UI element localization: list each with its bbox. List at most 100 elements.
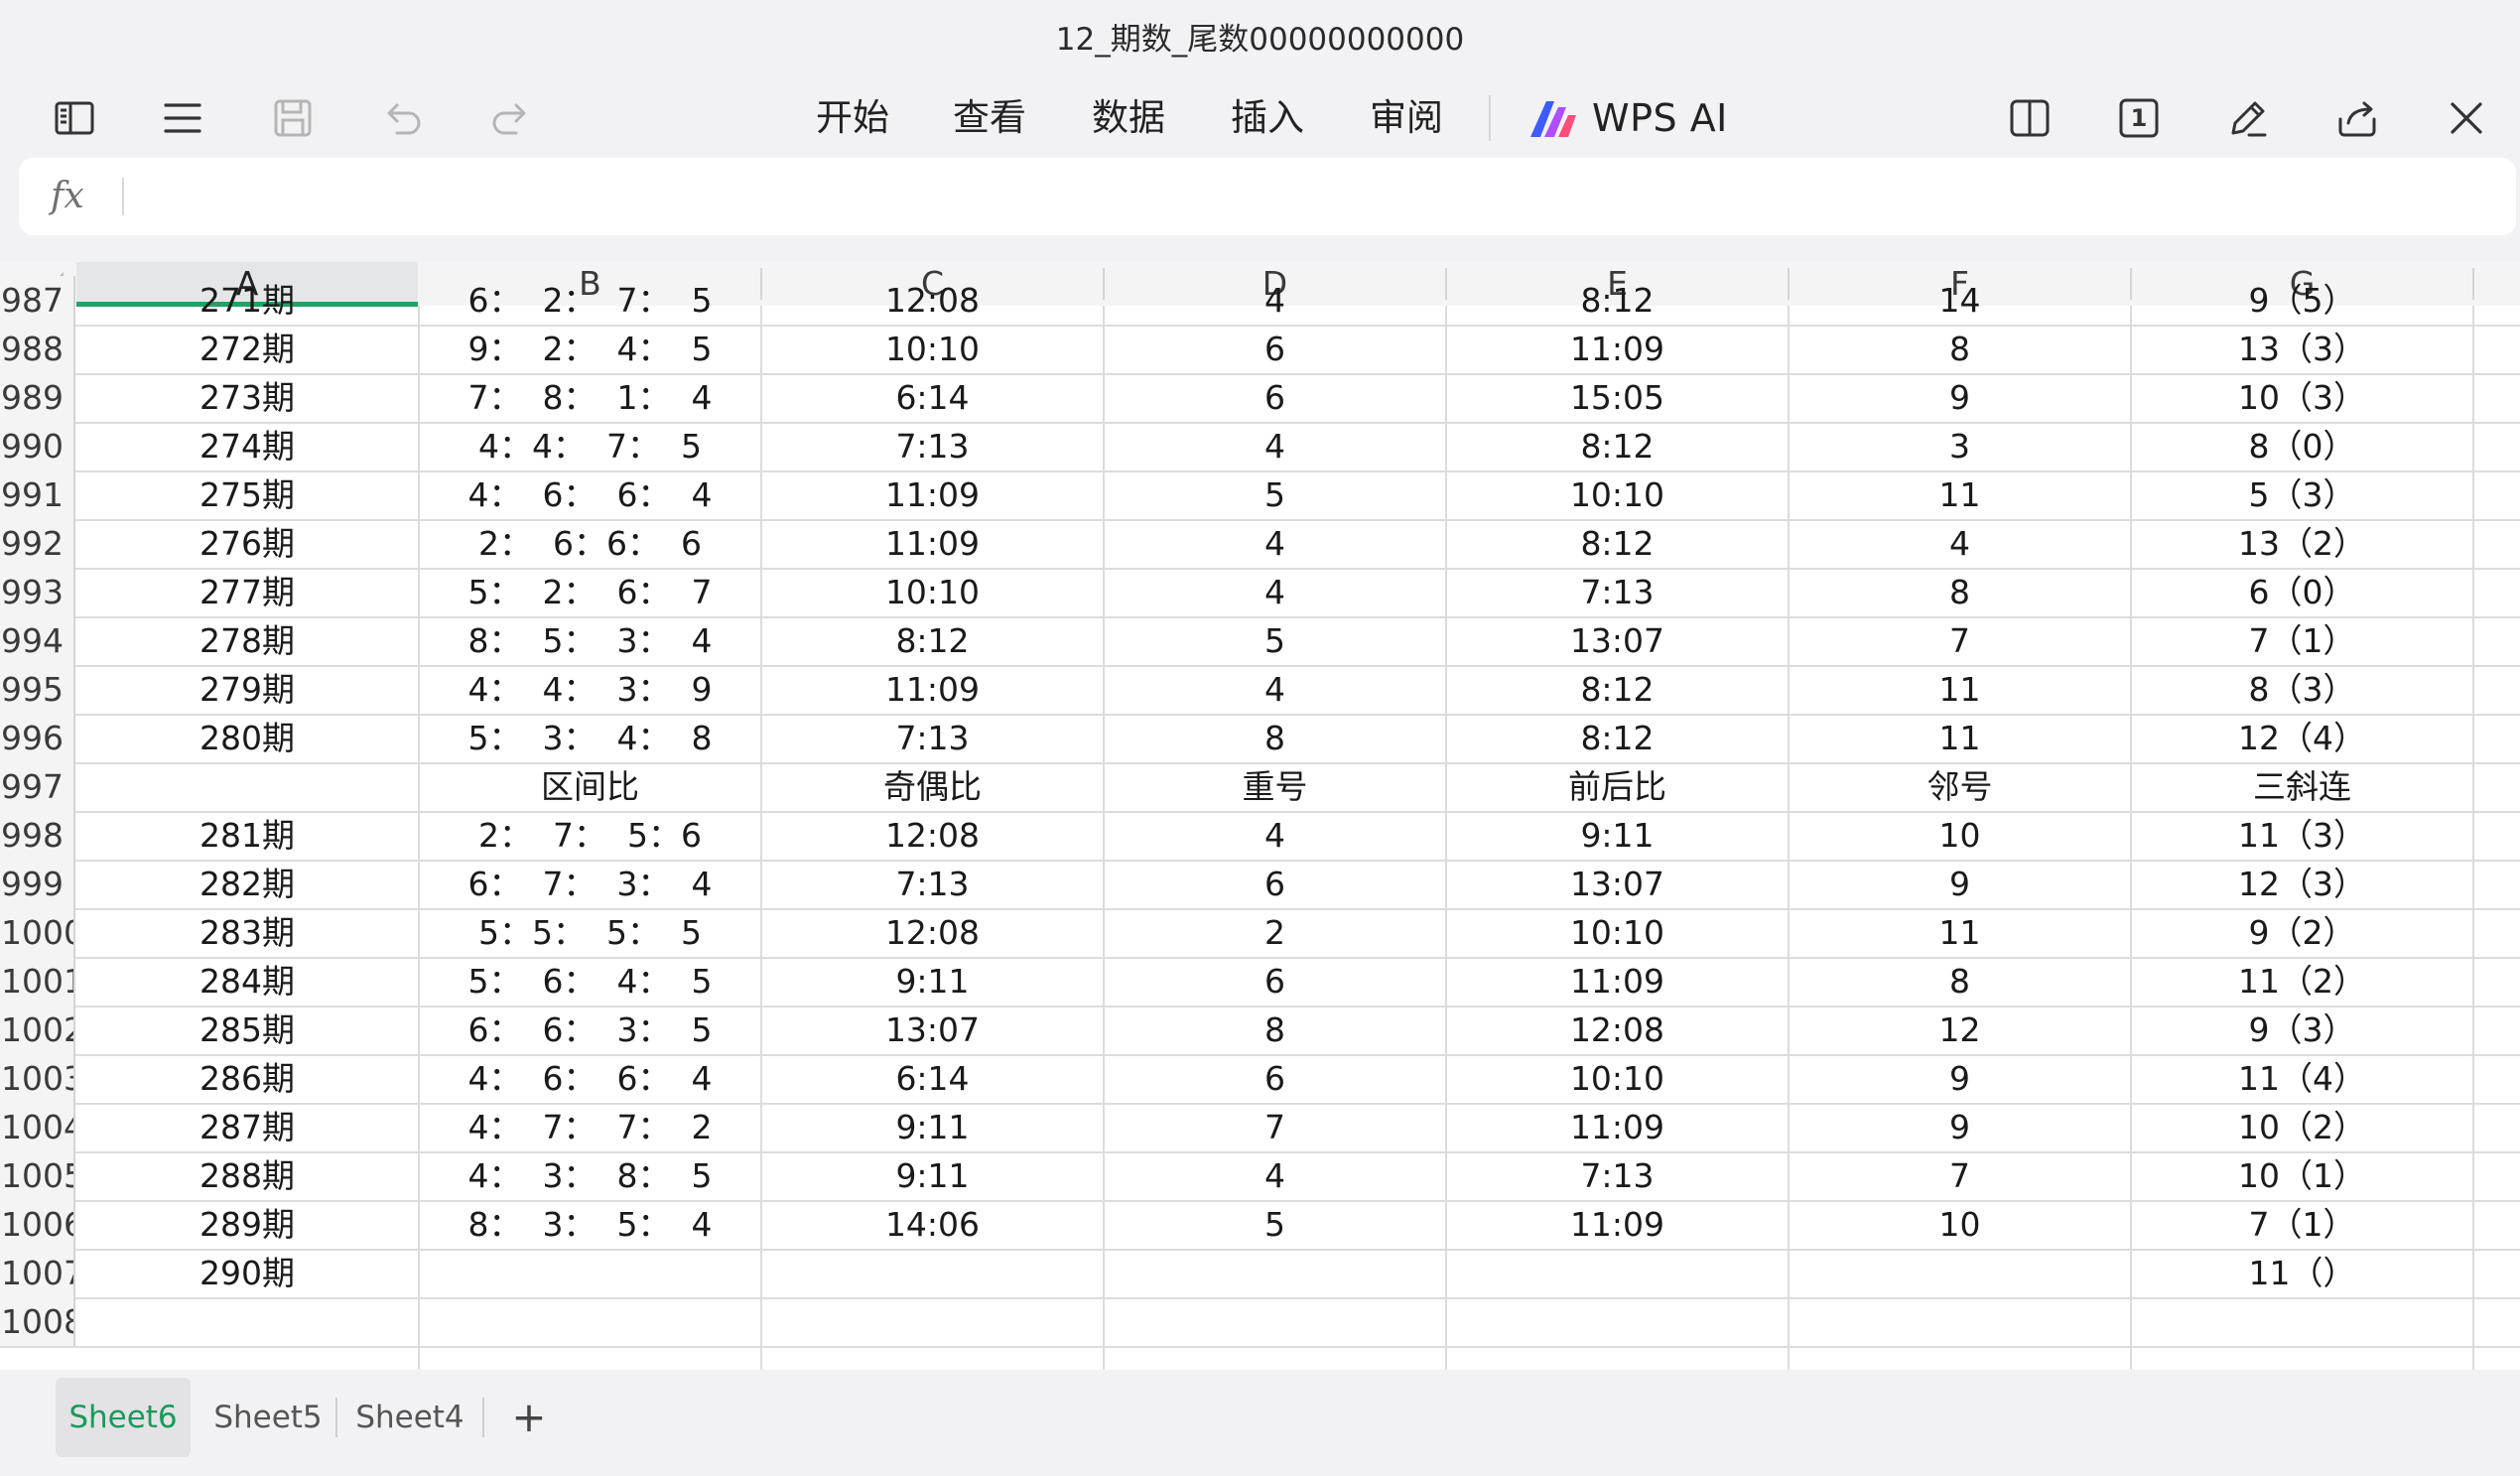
cell-c[interactable]: 10:10	[762, 568, 1103, 616]
cell-e[interactable]: 10:10	[1447, 908, 1788, 957]
formula-input[interactable]	[142, 158, 2496, 235]
cell-e[interactable]: 8:12	[1447, 665, 1788, 714]
row-header[interactable]: 996	[0, 714, 75, 762]
cell-f[interactable]: 11	[1790, 714, 2130, 762]
row-header[interactable]: 987	[0, 276, 75, 325]
cell-d[interactable]: 6	[1105, 1054, 1445, 1103]
cell-g[interactable]	[2132, 1297, 2472, 1346]
row-header[interactable]: 1000	[0, 908, 75, 957]
cell-c[interactable]: 14:06	[762, 1200, 1103, 1249]
cell-d[interactable]: 4	[1105, 568, 1445, 616]
cell-b[interactable]: 6： 2： 7： 5	[420, 276, 760, 325]
cell-g[interactable]: 8（3）	[2132, 665, 2472, 714]
cell-d[interactable]: 4	[1105, 1151, 1445, 1200]
cell-b[interactable]: 4： 6： 6： 4	[420, 470, 760, 519]
cell-b[interactable]: 5： 3： 4： 8	[420, 714, 760, 762]
row-header[interactable]: 989	[0, 373, 75, 422]
sheet-tab-sheet5[interactable]: Sheet5	[208, 1378, 328, 1457]
cell-f[interactable]: 8	[1790, 325, 2130, 373]
cell-g[interactable]: 6（0）	[2132, 568, 2472, 616]
cell-d[interactable]	[1105, 1249, 1445, 1297]
cell-a[interactable]: 276期	[76, 519, 418, 568]
cell-a[interactable]: 282期	[76, 860, 418, 908]
cell-f[interactable]: 9	[1790, 1054, 2130, 1103]
cell-b[interactable]: 5： 6： 4： 5	[420, 957, 760, 1006]
cell-e[interactable]: 10:10	[1447, 1054, 1788, 1103]
menu-data[interactable]: 数据	[1092, 89, 1165, 147]
cell-e[interactable]	[1447, 1297, 1788, 1346]
cell-c[interactable]: 奇偶比	[762, 762, 1103, 811]
cell-f[interactable]: 10	[1790, 811, 2130, 860]
cell-b[interactable]: 区间比	[420, 762, 760, 811]
cell-e[interactable]: 11:09	[1447, 957, 1788, 1006]
cell-g[interactable]: 12（4）	[2132, 714, 2472, 762]
cell-d[interactable]: 7	[1105, 1103, 1445, 1151]
row-header[interactable]: 1007	[0, 1249, 75, 1297]
redo-icon[interactable]	[482, 89, 540, 147]
cell-d[interactable]: 8	[1105, 714, 1445, 762]
cell-d[interactable]: 5	[1105, 616, 1445, 665]
cell-b[interactable]: 6： 7： 3： 4	[420, 860, 760, 908]
cell-c[interactable]: 12:08	[762, 276, 1103, 325]
cell-g[interactable]: 10（3）	[2132, 373, 2472, 422]
cell-e[interactable]: 8:12	[1447, 276, 1788, 325]
row-header[interactable]: 998	[0, 811, 75, 860]
cell-d[interactable]: 6	[1105, 373, 1445, 422]
cell-a[interactable]: 274期	[76, 422, 418, 470]
cell-d[interactable]: 4	[1105, 811, 1445, 860]
cell-f[interactable]: 9	[1790, 860, 2130, 908]
cell-d[interactable]	[1105, 1297, 1445, 1346]
cell-g[interactable]: 9（2）	[2132, 908, 2472, 957]
cell-f[interactable]: 3	[1790, 422, 2130, 470]
row-header[interactable]: 993	[0, 568, 75, 616]
cell-a[interactable]: 278期	[76, 616, 418, 665]
cell-a[interactable]: 284期	[76, 957, 418, 1006]
cell-f[interactable]: 12	[1790, 1006, 2130, 1054]
cell-c[interactable]: 11:09	[762, 519, 1103, 568]
cell-b[interactable]	[420, 1249, 760, 1297]
cell-f[interactable]: 11	[1790, 470, 2130, 519]
row-header[interactable]: 994	[0, 616, 75, 665]
row-header[interactable]: 1001	[0, 957, 75, 1006]
cell-a[interactable]: 288期	[76, 1151, 418, 1200]
share-icon[interactable]	[2328, 89, 2386, 147]
cell-a[interactable]: 273期	[76, 373, 418, 422]
cell-g[interactable]: 10（2）	[2132, 1103, 2472, 1151]
cell-c[interactable]	[762, 1297, 1103, 1346]
cell-e[interactable]: 7:13	[1447, 568, 1788, 616]
cell-b[interactable]: 6： 6： 3： 5	[420, 1006, 760, 1054]
cell-f[interactable]: 7	[1790, 616, 2130, 665]
row-header[interactable]: 991	[0, 470, 75, 519]
cell-e[interactable]: 13:07	[1447, 860, 1788, 908]
cell-g[interactable]: 10（1）	[2132, 1151, 2472, 1200]
cell-c[interactable]: 11:09	[762, 470, 1103, 519]
cell-e[interactable]: 11:09	[1447, 1200, 1788, 1249]
cell-f[interactable]	[1790, 1249, 2130, 1297]
cell-a[interactable]: 287期	[76, 1103, 418, 1151]
cell-f[interactable]: 邻号	[1790, 762, 2130, 811]
cell-e[interactable]: 8:12	[1447, 714, 1788, 762]
cell-e[interactable]: 11:09	[1447, 325, 1788, 373]
cell-g[interactable]: 7（1）	[2132, 1200, 2472, 1249]
cell-g[interactable]: 三斜连	[2132, 762, 2472, 811]
row-header[interactable]: 1002	[0, 1006, 75, 1054]
cell-e[interactable]: 8:12	[1447, 422, 1788, 470]
row-header[interactable]: 1005	[0, 1151, 75, 1200]
cell-d[interactable]: 8	[1105, 1006, 1445, 1054]
row-header[interactable]: 1003	[0, 1054, 75, 1103]
cell-a[interactable]: 286期	[76, 1054, 418, 1103]
row-header[interactable]: 999	[0, 860, 75, 908]
cell-d[interactable]: 4	[1105, 665, 1445, 714]
cell-e[interactable]: 13:07	[1447, 616, 1788, 665]
cell-g[interactable]: 12（3）	[2132, 860, 2472, 908]
cell-b[interactable]: 4： 7： 7： 2	[420, 1103, 760, 1151]
cell-g[interactable]: 13（2）	[2132, 519, 2472, 568]
cell-a[interactable]: 289期	[76, 1200, 418, 1249]
cell-b[interactable]: 5：5： 5： 5	[420, 908, 760, 957]
cell-f[interactable]: 14	[1790, 276, 2130, 325]
menu-view[interactable]: 查看	[953, 89, 1026, 147]
cell-g[interactable]: 11（）	[2132, 1249, 2472, 1297]
cell-a[interactable]	[76, 762, 418, 811]
pen-icon[interactable]	[2219, 89, 2277, 147]
cell-d[interactable]: 5	[1105, 1200, 1445, 1249]
